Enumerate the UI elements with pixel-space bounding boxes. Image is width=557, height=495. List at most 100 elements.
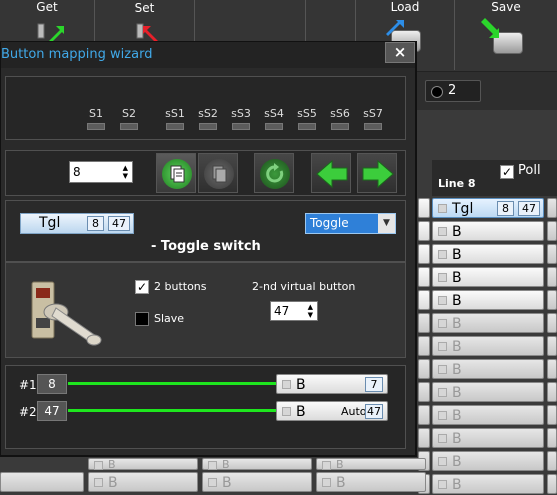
mapping-target[interactable]: B 7 [276, 374, 388, 394]
type-dropdown-value: Toggle [310, 216, 349, 230]
save-arrow-icon [481, 18, 499, 38]
line-cell[interactable] [547, 405, 557, 425]
bottom-cell[interactable]: B [202, 458, 312, 471]
switch-indicator [298, 123, 316, 130]
line-cell[interactable]: B [432, 221, 544, 241]
line-cell[interactable] [547, 474, 557, 494]
line-cell[interactable]: B [432, 267, 544, 287]
button-mapping-dialog: Button mapping wizard × S1 S2 sS1 sS2 sS3 sS4… [0, 41, 417, 457]
spinner-arrows-icon[interactable]: ▲ ▼ [123, 164, 128, 180]
line-cell[interactable]: B [432, 428, 544, 448]
device-badge[interactable]: 2 [425, 80, 481, 102]
line-cell[interactable] [547, 428, 557, 448]
save-button[interactable]: Save [455, 0, 557, 70]
line-cell[interactable] [547, 244, 557, 264]
line-cell[interactable] [418, 221, 430, 241]
poll-toggle[interactable]: ✓ Poll [500, 163, 541, 179]
switch-indicator [265, 123, 283, 130]
line-cell[interactable]: B [432, 244, 544, 264]
switch-indicator [364, 123, 382, 130]
switch-indicator [331, 123, 349, 130]
line-cell[interactable] [418, 336, 430, 356]
mapping-source[interactable]: 47 [37, 401, 67, 421]
line-cell[interactable] [418, 267, 430, 287]
two-buttons-checkbox[interactable]: ✓ [135, 280, 149, 294]
line-cell[interactable]: B [432, 382, 544, 402]
bottom-cell[interactable]: B [88, 472, 198, 492]
mapping-id: #2 [19, 405, 37, 419]
bottom-cell[interactable]: B [202, 472, 312, 492]
line-cell[interactable] [418, 359, 430, 379]
line-cell[interactable] [547, 451, 557, 471]
button-number-spinner[interactable]: 8 ▲ ▼ [69, 161, 133, 183]
line-cell[interactable]: B [432, 313, 544, 333]
reset-button[interactable] [254, 153, 294, 193]
line-cell[interactable] [418, 405, 430, 425]
paste-icon [204, 159, 234, 189]
line-cell[interactable] [547, 382, 557, 402]
reset-icon [260, 159, 290, 189]
line-cell[interactable]: B [432, 405, 544, 425]
bottom-cell-label: B [222, 475, 232, 491]
switch-indicator [87, 123, 105, 130]
line-cell[interactable]: B [432, 474, 544, 494]
switch-indicator [166, 123, 184, 130]
line-cell-label: B [452, 431, 462, 447]
bottom-cell[interactable]: B [316, 458, 426, 471]
bottom-cell-label: B [108, 475, 118, 491]
line-cell[interactable] [418, 382, 430, 402]
line-cell[interactable] [547, 198, 557, 218]
dialog-titlebar[interactable]: Button mapping wizard × [1, 42, 415, 68]
virtual-button-label: 2-nd virtual button [252, 280, 356, 293]
binding-num1: 8 [87, 216, 104, 231]
bottom-cell-label: B [336, 475, 346, 491]
switch-label: sS1 [165, 107, 185, 120]
binding-num2: 47 [108, 216, 130, 231]
line-cell[interactable]: B [432, 336, 544, 356]
paste-button[interactable] [198, 153, 238, 193]
copy-button[interactable] [156, 153, 196, 193]
virtual-button-spinner[interactable]: 47 ▲ ▼ [270, 301, 318, 321]
mapping-connector [68, 382, 277, 385]
two-buttons-label: 2 buttons [154, 280, 207, 293]
line-cell[interactable] [547, 221, 557, 241]
switch-label: sS6 [330, 107, 350, 120]
line-cell[interactable] [418, 198, 430, 218]
line-cell-label: B [452, 224, 462, 240]
switch-indicator [120, 123, 138, 130]
bottom-cell[interactable] [0, 472, 84, 492]
type-dropdown[interactable]: Toggle ▼ [305, 213, 396, 234]
line-cell[interactable] [547, 336, 557, 356]
line-cell[interactable] [418, 290, 430, 310]
close-button[interactable]: × [385, 42, 415, 63]
poll-checkbox[interactable]: ✓ [500, 165, 514, 179]
previous-button[interactable] [311, 153, 351, 193]
set-label: Set [134, 1, 155, 15]
line-cell[interactable] [418, 313, 430, 333]
line-cell[interactable] [418, 428, 430, 448]
bottom-cell[interactable]: B [88, 458, 198, 471]
line-cell-label: B [452, 293, 462, 309]
load-arrow-icon [386, 20, 404, 36]
line-cell[interactable]: B [432, 290, 544, 310]
line-cell[interactable] [547, 290, 557, 310]
mapping-target[interactable]: B Auto 47 [276, 401, 388, 421]
mapping-section: #1 8 B 7 #2 47 B Auto 47 [5, 365, 406, 449]
next-button[interactable] [357, 153, 397, 193]
line-cell[interactable] [547, 267, 557, 287]
line-cell[interactable]: B [432, 359, 544, 379]
line-cell[interactable] [547, 359, 557, 379]
spinner-arrows-icon[interactable]: ▲ ▼ [308, 303, 313, 319]
line-cell[interactable] [418, 244, 430, 264]
chevron-down-icon[interactable]: ▼ [378, 214, 395, 233]
current-binding[interactable]: Tgl 8 47 [20, 213, 134, 234]
line-cell[interactable]: Tgl 8 47 [432, 198, 544, 218]
slave-checkbox[interactable] [135, 312, 149, 326]
line-cell[interactable] [547, 313, 557, 333]
type-section: Tgl 8 47 Toggle ▼ - Toggle switch [5, 200, 406, 262]
binding-label: Tgl [39, 215, 61, 231]
mapping-source[interactable]: 8 [37, 374, 67, 394]
line-cell[interactable]: B [432, 451, 544, 471]
bottom-cell[interactable]: B [316, 472, 426, 492]
mapping-target-label: B [296, 377, 306, 393]
